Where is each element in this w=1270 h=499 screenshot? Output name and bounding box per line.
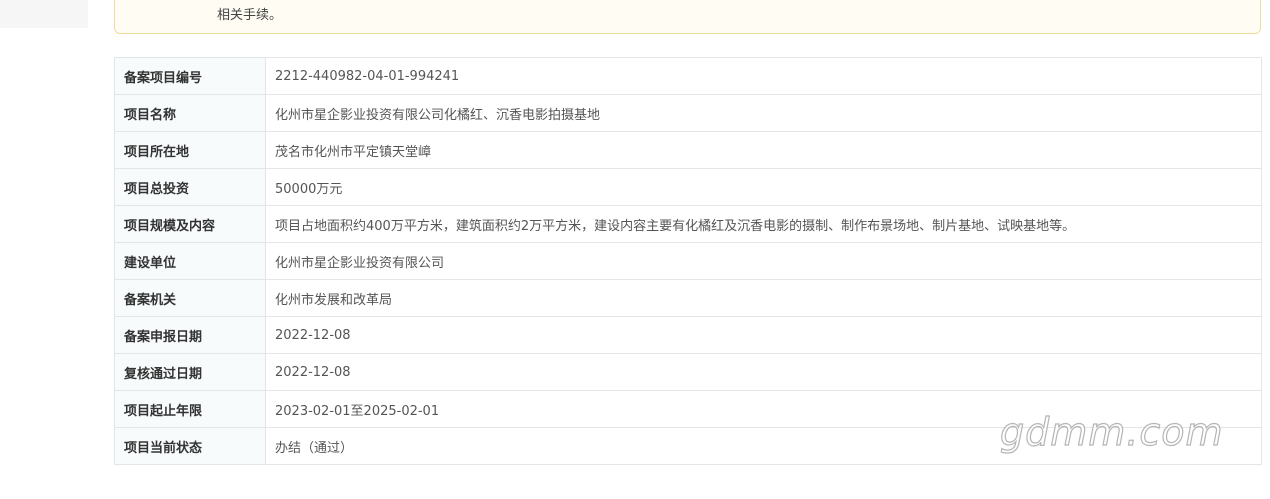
row-value: 项目占地面积约400万平方米，建筑面积约2万平方米，建设内容主要有化橘红及沉香电… <box>265 205 1262 243</box>
row-label: 复核通过日期 <box>114 353 266 391</box>
row-label: 建设单位 <box>114 242 266 280</box>
sidebar-stub <box>0 0 88 28</box>
row-value: 化州市星企影业投资有限公司化橘红、沉香电影拍摄基地 <box>265 94 1262 132</box>
row-value: 2212-440982-04-01-994241 <box>265 57 1262 95</box>
table-row: 复核通过日期 2022-12-08 <box>114 353 1262 391</box>
table-row: 项目总投资 50000万元 <box>114 168 1262 206</box>
row-label: 项目起止年限 <box>114 390 266 428</box>
row-value: 50000万元 <box>265 168 1262 206</box>
row-label: 项目总投资 <box>114 168 266 206</box>
page: 相关手续。 备案项目编号 2212-440982-04-01-994241 项目名称… <box>0 0 1270 499</box>
row-label: 备案项目编号 <box>114 57 266 95</box>
table-row: 备案申报日期 2022-12-08 <box>114 316 1262 354</box>
notice-text: 相关手续。 <box>217 8 283 23</box>
table-row: 建设单位 化州市星企影业投资有限公司 <box>114 242 1262 280</box>
table-row: 项目所在地 茂名市化州市平定镇天堂嶂 <box>114 131 1262 169</box>
row-label: 项目名称 <box>114 94 266 132</box>
row-value: 化州市发展和改革局 <box>265 279 1262 317</box>
watermark-logo: gdmm.com <box>999 409 1224 454</box>
table-row: 备案项目编号 2212-440982-04-01-994241 <box>114 57 1262 95</box>
table-row: 项目名称 化州市星企影业投资有限公司化橘红、沉香电影拍摄基地 <box>114 94 1262 132</box>
table-row: 备案机关 化州市发展和改革局 <box>114 279 1262 317</box>
row-value: 2022-12-08 <box>265 316 1262 354</box>
row-value: 化州市星企影业投资有限公司 <box>265 242 1262 280</box>
row-label: 项目规模及内容 <box>114 205 266 243</box>
row-label: 项目所在地 <box>114 131 266 169</box>
table-row: 项目规模及内容 项目占地面积约400万平方米，建筑面积约2万平方米，建设内容主要有… <box>114 205 1262 243</box>
row-label: 备案申报日期 <box>114 316 266 354</box>
project-info-table: 备案项目编号 2212-440982-04-01-994241 项目名称 化州市星企影… <box>114 57 1262 465</box>
row-value: 2022-12-08 <box>265 353 1262 391</box>
row-label: 备案机关 <box>114 279 266 317</box>
notice-box: 相关手续。 <box>114 0 1261 34</box>
row-label: 项目当前状态 <box>114 427 266 465</box>
row-value: 茂名市化州市平定镇天堂嶂 <box>265 131 1262 169</box>
